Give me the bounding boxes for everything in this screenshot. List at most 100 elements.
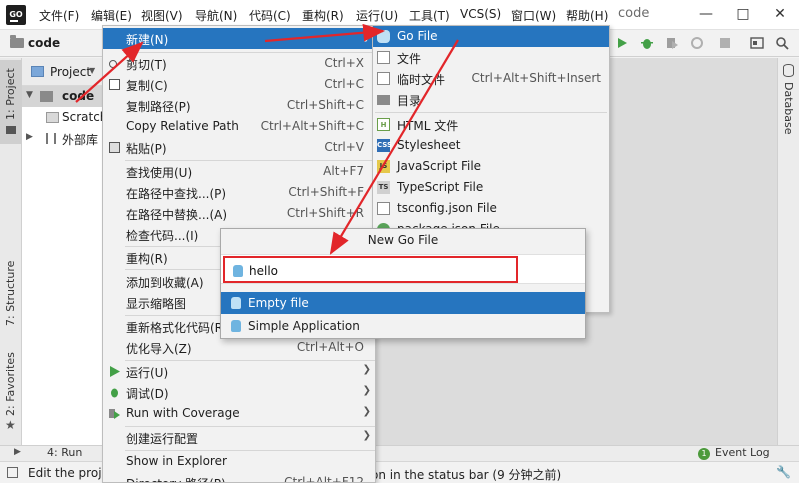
context-item-cut[interactable]: 剪切(T) Ctrl+X [103,53,375,74]
dialog-title: New Go File [367,233,439,247]
library-icon [46,133,56,144]
window-title: code [618,6,650,21]
chevron-right-icon[interactable]: ▶ [26,132,33,142]
menu-vcs[interactable]: VCS(S) [460,7,501,21]
context-item-copy-relative-path[interactable]: Copy Relative Path Ctrl+Alt+Shift+C [103,116,375,137]
new-item-go-file[interactable]: Go File [373,26,609,47]
run-icon [110,366,120,377]
shortcut-label: Ctrl+X [324,56,364,70]
menu-item-label: 优化导入(Z) [126,342,192,356]
menu-item-label: 调试(D) [126,387,169,401]
menu-window[interactable]: 窗口(W) [511,7,556,24]
chevron-down-icon[interactable]: ▼ [26,90,33,100]
project-view-icon [31,66,44,77]
menu-view[interactable]: 视图(V) [141,7,183,24]
profile-icon[interactable] [690,36,704,50]
paste-icon [109,142,120,153]
menu-code[interactable]: 代码(C) [249,7,291,24]
context-item-replace-in-path[interactable]: 在路径中替换...(A) Ctrl+Shift+R [103,203,375,224]
context-item-optimize-imports[interactable]: 优化导入(Z) Ctrl+Alt+O [103,337,375,358]
tool-tab-event-log[interactable]: Event Log [715,446,770,459]
chevron-down-icon[interactable]: ▼ [89,66,95,75]
context-item-new[interactable]: 新建(N) ❯ [103,28,375,49]
tool-tab-database[interactable]: Database [782,82,795,135]
new-item-javascript-file[interactable]: JS JavaScript File [373,156,609,177]
context-item-create-run-config[interactable]: 创建运行配置 ❯ [103,427,375,448]
left-tool-strip: 1: Project 7: Structure 2: Favorites ★ [0,58,22,460]
folder-icon [6,126,16,134]
menu-item-label: HTML 文件 [397,119,459,133]
tool-tab-favorites[interactable]: 2: Favorites ★ [0,348,22,433]
menu-item-label: 检查代码...(I) [126,229,199,243]
new-item-typescript-file[interactable]: TS TypeScript File [373,177,609,198]
tool-tab-structure[interactable]: 7: Structure [0,248,22,338]
context-item-show-in-explorer[interactable]: Show in Explorer [103,451,375,472]
context-item-copy-path[interactable]: 复制路径(P) Ctrl+Shift+C [103,95,375,116]
tree-item-scratch[interactable]: Scratch [22,107,102,128]
menu-refactor[interactable]: 重构(R) [302,7,344,24]
menu-run[interactable]: 运行(U) [356,7,398,24]
menu-item-label: 临时文件 [397,73,446,87]
tree-item-label: 外部库 [62,133,99,147]
js-icon: JS [377,160,390,173]
scratch-icon [46,112,59,123]
breadcrumb-project[interactable]: code [28,36,60,50]
menu-help[interactable]: 帮助(H) [566,7,608,24]
close-icon[interactable]: ✕ [770,4,790,24]
new-item-stylesheet[interactable]: CSS Stylesheet [373,135,609,156]
shortcut-label: Ctrl+Alt+F12 [284,475,364,483]
context-item-run-with-coverage[interactable]: Run with Coverage ❯ [103,403,375,424]
context-item-find-in-path[interactable]: 在路径中查找...(P) Ctrl+Shift+F [103,182,375,203]
tree-item-label: code [62,89,95,103]
shortcut-label: Ctrl+Alt+Shift+Insert [471,71,601,85]
menu-item-label: 添加到收藏(A) [126,276,204,290]
menu-item-label: 在路径中查找...(P) [126,187,227,201]
menu-item-label: 复制路径(P) [126,100,191,114]
kind-item-label: Empty file [248,296,309,310]
file-name-input[interactable] [249,262,514,280]
context-item-debug[interactable]: 调试(D) ❯ [103,382,375,403]
project-view-selector[interactable]: Project [50,65,91,79]
menu-separator [375,112,607,113]
shortcut-label: Ctrl+Shift+F [288,185,364,199]
kind-item-simple-application[interactable]: Simple Application [221,315,585,337]
menu-navigate[interactable]: 导航(N) [195,7,237,24]
right-tool-strip: Database [777,58,799,460]
menu-tools[interactable]: 工具(T) [409,7,450,24]
tree-item-code[interactable]: ▼ code [22,86,102,107]
stop-icon[interactable] [718,36,732,50]
context-item-directory-path[interactable]: Directory 路径(P) Ctrl+Alt+F12 [103,472,375,483]
coverage-icon[interactable] [665,36,679,50]
tree-item-label: Scratch [62,110,102,124]
shortcut-label: Ctrl+C [324,77,364,91]
new-item-file[interactable]: 文件 [373,47,609,68]
context-item-run[interactable]: 运行(U) ❯ [103,361,375,382]
new-item-directory[interactable]: 目录 [373,89,609,110]
tool-tab-run[interactable]: 4: Run [47,446,82,459]
context-item-copy[interactable]: 复制(C) Ctrl+C [103,74,375,95]
context-item-paste[interactable]: 粘贴(P) Ctrl+V [103,137,375,158]
tool-tab-project[interactable]: 1: Project [0,60,22,144]
layout-icon[interactable] [7,467,18,478]
menu-file[interactable]: 文件(F) [39,7,79,24]
kind-item-empty-file[interactable]: Empty file [221,292,585,314]
project-structure-icon[interactable] [750,36,764,50]
menu-item-label: 文件 [397,52,422,66]
folder-icon [40,91,53,102]
tsconfig-icon [377,202,390,215]
menu-edit[interactable]: 编辑(E) [91,7,132,24]
run-icon[interactable] [615,36,629,50]
search-everywhere-icon[interactable] [775,36,789,50]
shortcut-label: Ctrl+Shift+R [286,206,364,220]
context-item-find-usages[interactable]: 查找使用(U) Alt+F7 [103,161,375,182]
tree-item-external-libraries[interactable]: ▶ 外部库 [22,128,102,149]
new-item-html-file[interactable]: H HTML 文件 [373,114,609,135]
file-name-row [221,254,585,284]
maximize-icon[interactable]: □ [733,4,753,24]
star-icon: ★ [5,418,16,432]
new-item-scratch-file[interactable]: 临时文件 Ctrl+Alt+Shift+Insert [373,68,609,89]
new-item-tsconfig-file[interactable]: tsconfig.json File [373,198,609,219]
debug-icon[interactable] [640,36,654,50]
minimize-icon[interactable]: — [696,4,716,24]
wrench-icon[interactable]: 🔧 [776,465,791,479]
